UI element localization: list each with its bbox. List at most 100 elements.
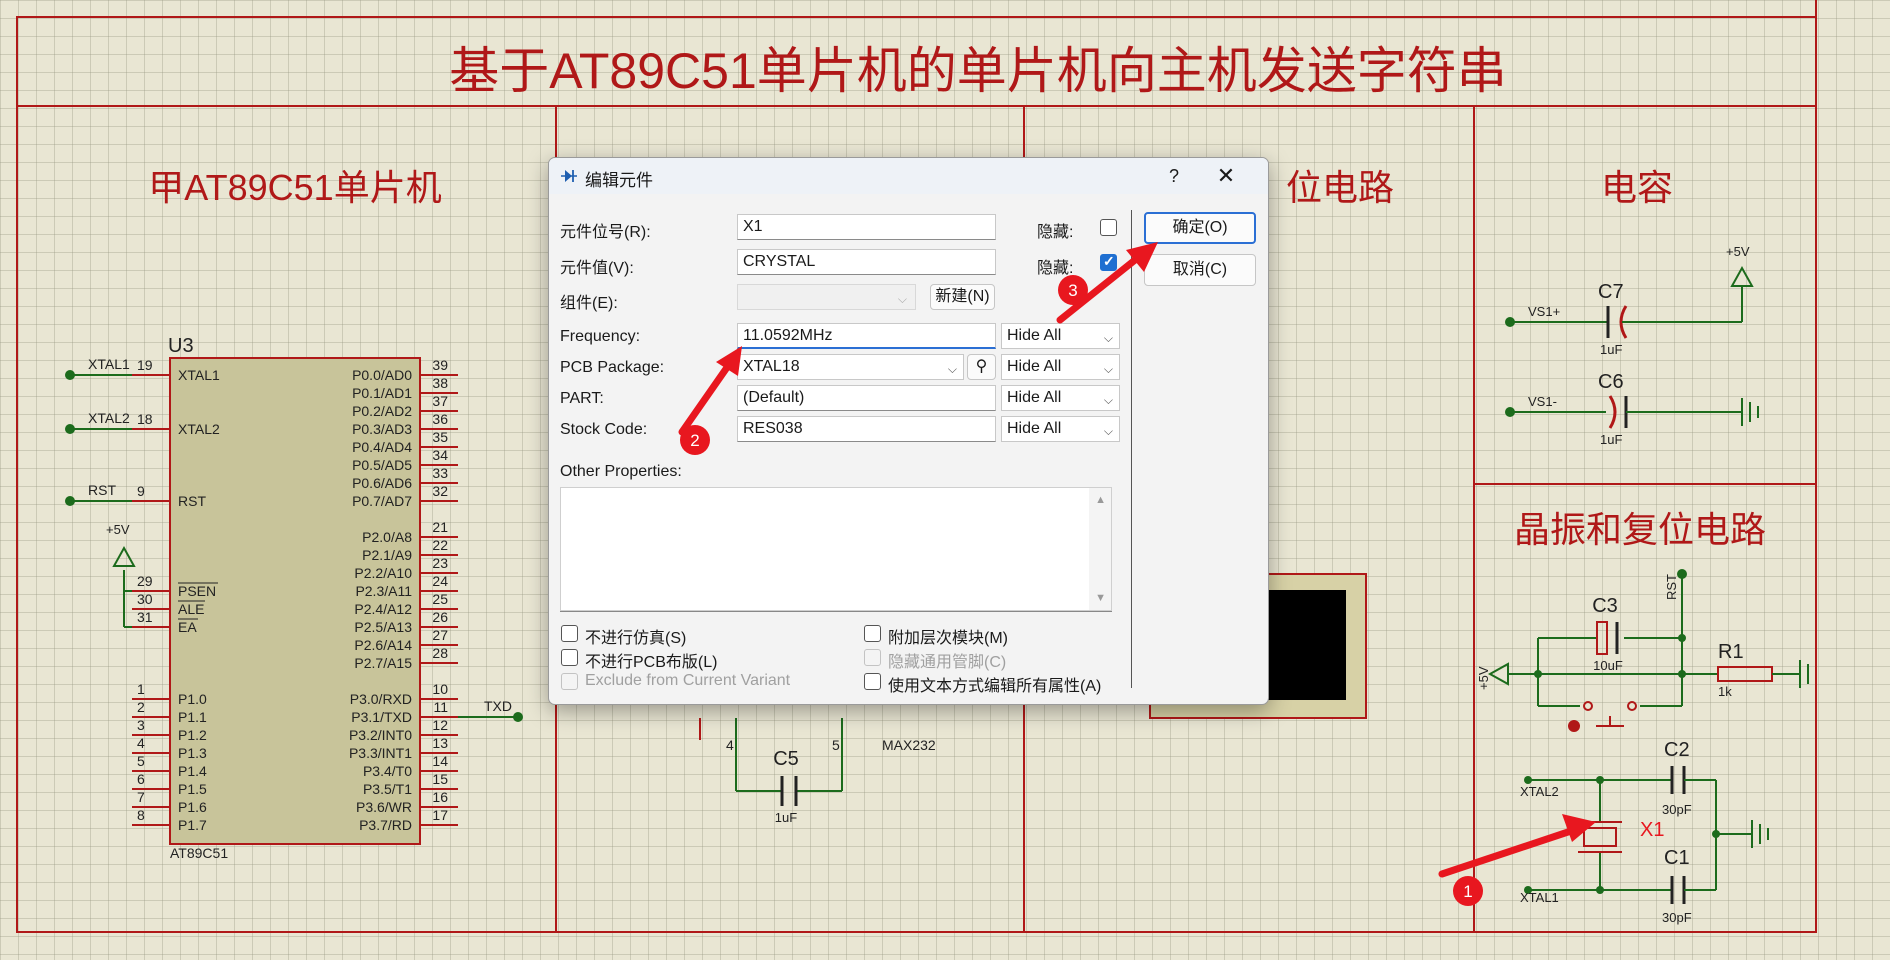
net-terminal	[1505, 407, 1515, 417]
resistor-ref: R1	[1718, 641, 1744, 663]
pin-number: 34	[432, 447, 448, 463]
close-icon[interactable]: ✕	[1204, 162, 1248, 190]
property-value: 11.0592MHz	[743, 327, 833, 344]
pin-number: 18	[137, 411, 153, 427]
option-checkbox	[864, 649, 881, 666]
ref-label: 元件位号(R):	[560, 224, 651, 241]
option-checkbox[interactable]	[864, 625, 881, 642]
pin-number: 13	[432, 735, 448, 751]
net-label: XTAL1	[88, 356, 130, 372]
vcc-arrow-icon	[112, 545, 136, 567]
net-label: VS1+	[1528, 304, 1560, 319]
pin-number: 15	[432, 771, 448, 787]
property-input[interactable]: (Default)	[737, 385, 996, 411]
scroll-up-icon[interactable]: ▲	[1095, 494, 1106, 506]
property-input[interactable]: RES038	[737, 416, 996, 442]
section-title-crystal-reset: 晶振和复位电路	[1514, 509, 1766, 550]
pin-name: P3.4/T0	[363, 763, 412, 779]
chevron-down-icon: ⌵	[1103, 362, 1113, 376]
new-button[interactable]: 新建(N)	[930, 284, 995, 310]
scroll-down-icon[interactable]: ▼	[1095, 592, 1106, 604]
value-hide-checkbox[interactable]: ✓	[1100, 253, 1117, 271]
net-label: XTAL2	[88, 410, 130, 426]
visibility-select[interactable]: Hide All ⌵	[1001, 354, 1120, 380]
divider	[560, 611, 1112, 612]
pin-name: P2.7/A15	[354, 655, 412, 671]
switch-contact	[1583, 701, 1593, 711]
vcc-label: +5V	[1476, 666, 1491, 690]
property-input[interactable]: 11.0592MHz	[737, 323, 996, 349]
junction-dot	[1678, 670, 1686, 678]
pin-number: 22	[432, 537, 448, 553]
pin-number: 39	[432, 357, 448, 373]
pin-name: EA	[178, 619, 197, 635]
pin-name: P1.7	[178, 817, 207, 833]
cancel-button[interactable]: 取消(C)	[1144, 254, 1256, 286]
pin-name: P2.0/A8	[362, 529, 412, 545]
pin-name: P1.1	[178, 709, 207, 725]
visibility-select[interactable]: Hide All ⌵	[1001, 385, 1120, 411]
visibility-value: Hide All	[1007, 389, 1062, 406]
net-label: XTAL1	[1520, 890, 1559, 905]
pin-number: 5	[832, 737, 840, 753]
pin-name: P2.4/A12	[354, 601, 412, 617]
section-title-capacitor: 电容	[1601, 167, 1673, 208]
pin-name: P3.7/RD	[359, 817, 412, 833]
visibility-select[interactable]: Hide All ⌵	[1001, 416, 1120, 442]
capacitor-plate	[1608, 395, 1617, 429]
pin-number: 10	[432, 681, 448, 697]
option-label: 不进行PCB布版(L)	[585, 654, 718, 671]
pin-number: 4	[726, 737, 734, 753]
pin-name: P1.6	[178, 799, 207, 815]
pin-number: 9	[137, 483, 145, 499]
pin-name: P0.6/AD6	[352, 475, 412, 491]
pin-name: XTAL1	[178, 367, 220, 383]
property-label: PCB Package:	[560, 359, 665, 376]
pin-name: P1.3	[178, 745, 207, 761]
chevron-down-icon: ⌵	[897, 292, 907, 306]
visibility-select[interactable]: Hide All ⌵	[1001, 323, 1120, 349]
pin-name: P3.5/T1	[363, 781, 412, 797]
pin-number: 23	[432, 555, 448, 571]
property-select[interactable]: XTAL18 ⌵	[737, 354, 964, 380]
other-properties-textarea[interactable]: ▲ ▼	[560, 487, 1112, 611]
dialog-titlebar[interactable]: 编辑元件 ? ✕	[549, 158, 1268, 194]
cap-ref: C3	[1592, 595, 1618, 617]
browse-package-icon[interactable]: ⚲	[967, 354, 996, 380]
option-label: 附加层次模块(M)	[888, 630, 1008, 647]
option-checkbox[interactable]	[864, 673, 881, 690]
value-hide-label: 隐藏:	[1037, 260, 1074, 277]
property-value: RES038	[743, 420, 803, 437]
cap-ref: C7	[1598, 281, 1624, 303]
chevron-down-icon: ⌵	[1103, 393, 1113, 407]
option-checkbox[interactable]	[561, 625, 578, 642]
pin-number: 25	[432, 591, 448, 607]
pin-name: P3.2/INT0	[349, 727, 412, 743]
net-terminal	[65, 370, 75, 380]
visibility-value: Hide All	[1007, 327, 1062, 344]
pin-number: 21	[432, 519, 448, 535]
net-label: XTAL2	[1520, 784, 1559, 799]
pin-name: P0.0/AD0	[352, 367, 412, 383]
property-label: PART:	[560, 390, 604, 407]
pin-number: 16	[432, 789, 448, 805]
ref-input[interactable]: X1	[737, 214, 996, 240]
pin-number: 6	[137, 771, 145, 787]
pin-number: 12	[432, 717, 448, 733]
ok-button[interactable]: 确定(O)	[1144, 212, 1256, 244]
vcc-arrow-icon	[1487, 662, 1509, 686]
junction-dot	[1678, 634, 1686, 642]
visibility-value: Hide All	[1007, 358, 1062, 375]
net-terminal	[65, 496, 75, 506]
pin-name: P0.2/AD2	[352, 403, 412, 419]
pin-name: ALE	[178, 601, 204, 617]
pin-number: 38	[432, 375, 448, 391]
pin-name: P2.3/A11	[355, 583, 412, 599]
cap-ref: C1	[1664, 847, 1690, 869]
help-button[interactable]: ?	[1154, 162, 1194, 190]
value-input[interactable]: CRYSTAL	[737, 249, 996, 275]
option-checkbox[interactable]	[561, 649, 578, 666]
pin-name: P1.2	[178, 727, 207, 743]
net-label: RST	[1664, 574, 1679, 600]
ref-hide-checkbox[interactable]	[1100, 219, 1117, 236]
